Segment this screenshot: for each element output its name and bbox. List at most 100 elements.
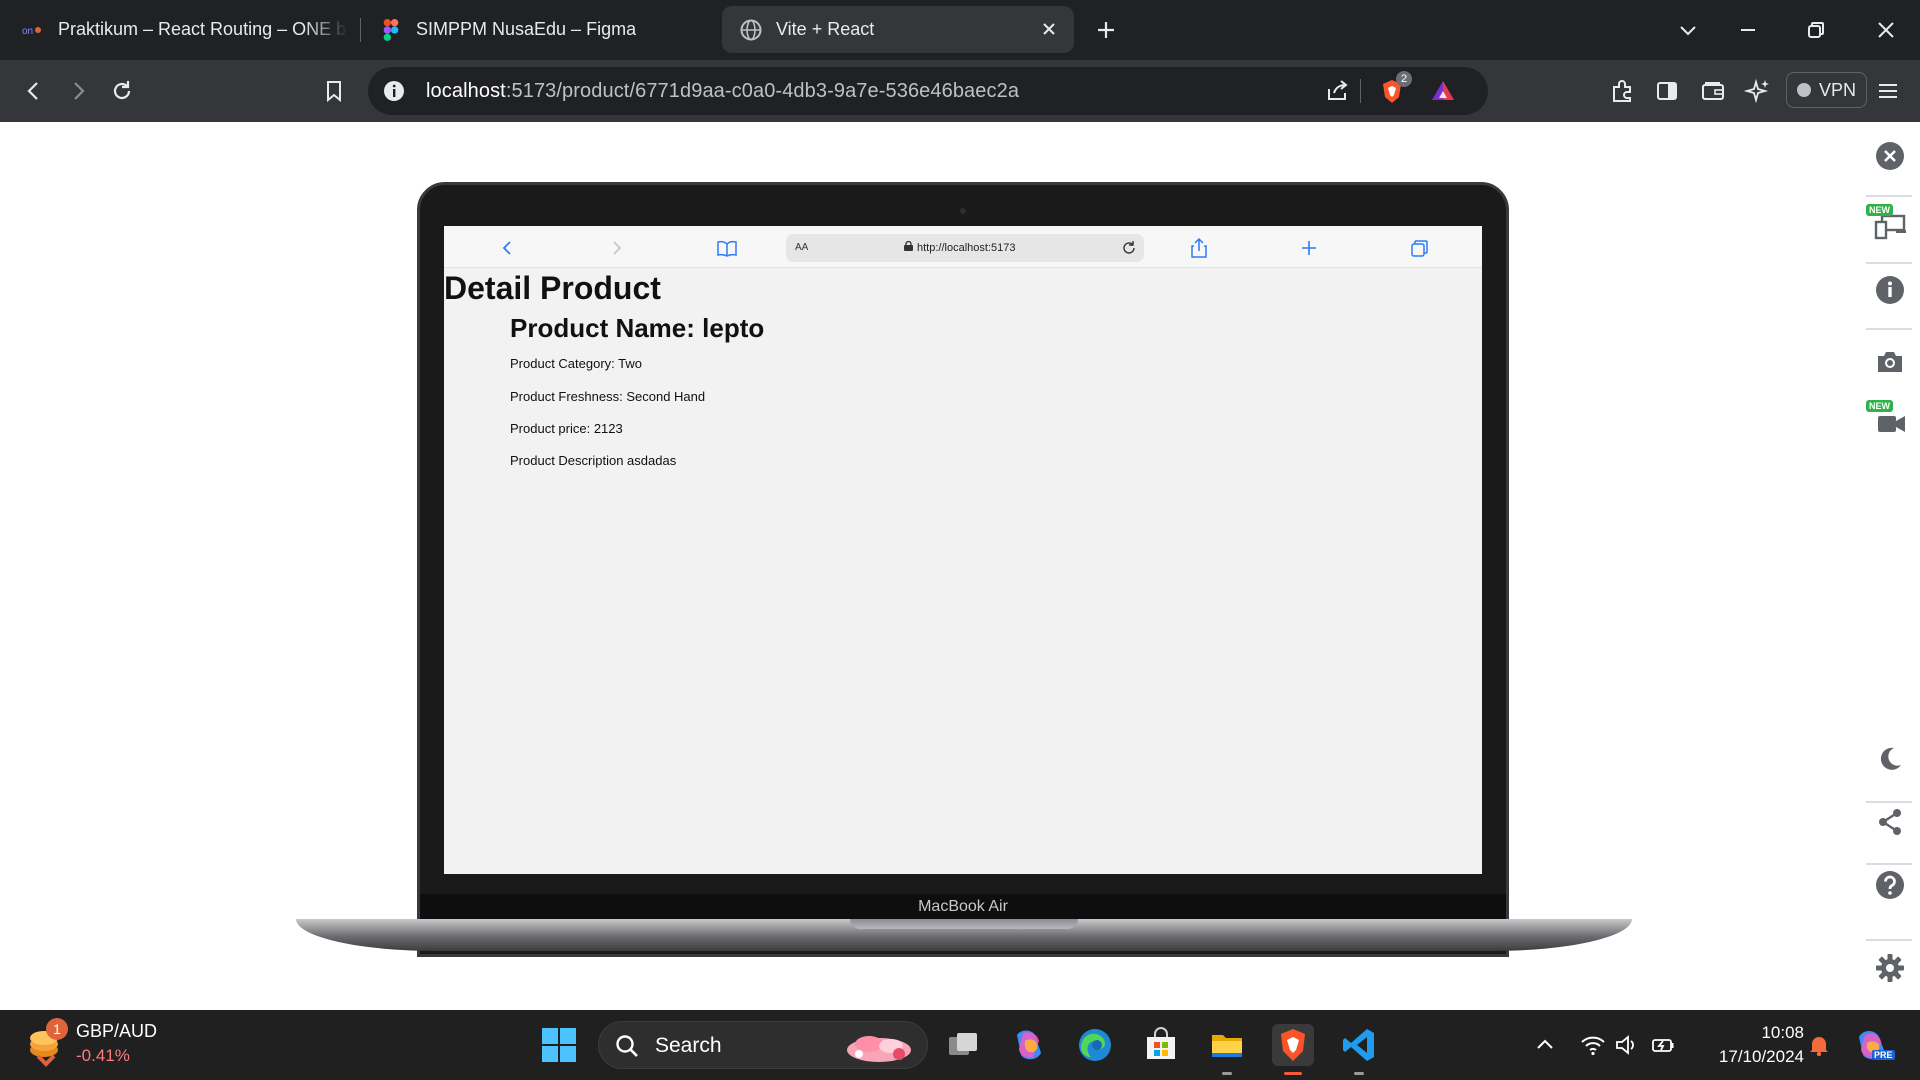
safari-tabs-icon[interactable] bbox=[1408, 237, 1430, 259]
tab-vite-react[interactable]: Vite + React bbox=[722, 6, 1074, 53]
vpn-button[interactable]: VPN bbox=[1786, 72, 1868, 108]
safari-url-text: http://localhost:5173 bbox=[917, 242, 1016, 254]
task-view-icon bbox=[949, 1033, 977, 1055]
safari-back-icon[interactable] bbox=[496, 237, 518, 259]
safari-address-bar[interactable]: AA http://localhost:5173 bbox=[786, 234, 1144, 262]
site-info-icon[interactable] bbox=[382, 79, 406, 103]
vpn-status-icon bbox=[1797, 83, 1811, 97]
info-icon[interactable] bbox=[1872, 272, 1908, 308]
dark-mode-moon-icon[interactable] bbox=[1872, 741, 1908, 777]
device-screen: AA http://localhost:5173 Detail Product … bbox=[444, 226, 1482, 874]
address-bar[interactable]: localhost:5173/product/6771d9aa-c0a0-4db… bbox=[368, 67, 1488, 115]
extension-side-panel: NEW NEW bbox=[1852, 122, 1920, 1010]
file-explorer-button[interactable] bbox=[1206, 1024, 1248, 1075]
settings-gear-icon[interactable] bbox=[1872, 950, 1908, 986]
clock-date: 17/10/2024 bbox=[1718, 1047, 1804, 1066]
leo-ai-icon[interactable] bbox=[1744, 77, 1772, 105]
battery-charging-icon[interactable] bbox=[1650, 1032, 1676, 1058]
brave-browser-button[interactable] bbox=[1272, 1024, 1314, 1075]
copilot-pre-icon[interactable]: PRE bbox=[1852, 1026, 1895, 1066]
wallet-icon[interactable] bbox=[1699, 77, 1727, 105]
copilot-button[interactable] bbox=[1008, 1024, 1050, 1066]
tab-strip: on Praktikum – React Routing – ONE by SI… bbox=[0, 0, 1920, 60]
store-icon bbox=[1147, 1027, 1175, 1059]
task-view-button[interactable] bbox=[942, 1024, 984, 1066]
brave-shields-icon[interactable]: 2 bbox=[1378, 71, 1412, 105]
figma-icon bbox=[380, 18, 402, 41]
panel-divider bbox=[1866, 328, 1912, 330]
svg-text:on: on bbox=[22, 26, 33, 37]
panel-divider bbox=[1866, 801, 1912, 803]
extensions-icon[interactable] bbox=[1608, 77, 1636, 105]
vscode-button[interactable] bbox=[1338, 1024, 1380, 1075]
back-button[interactable] bbox=[20, 77, 48, 105]
close-panel-icon[interactable] bbox=[1872, 138, 1908, 174]
sidebar-toggle-icon[interactable] bbox=[1653, 77, 1681, 105]
safari-reload-icon[interactable] bbox=[1120, 239, 1138, 257]
laptop-notch bbox=[850, 919, 1078, 929]
copilot-icon bbox=[1017, 1030, 1041, 1060]
bookmark-icon[interactable] bbox=[320, 77, 348, 105]
share-nodes-icon[interactable] bbox=[1872, 804, 1908, 840]
microsoft-store-button[interactable] bbox=[1140, 1024, 1182, 1066]
brave-lion-icon bbox=[1281, 1029, 1305, 1061]
forward-button[interactable] bbox=[64, 77, 92, 105]
page-viewport: MacBook Air AA http://localhost:5173 Det… bbox=[0, 122, 1920, 1010]
restore-button[interactable] bbox=[1802, 16, 1830, 44]
safari-toolbar: AA http://localhost:5173 bbox=[444, 226, 1482, 268]
search-icon bbox=[615, 1034, 639, 1058]
help-icon[interactable] bbox=[1872, 867, 1908, 903]
responsive-devices-icon[interactable]: NEW bbox=[1866, 204, 1908, 240]
panel-divider bbox=[1866, 939, 1912, 941]
close-tab-icon[interactable] bbox=[1038, 18, 1060, 40]
running-indicator bbox=[1222, 1072, 1232, 1075]
screenshot-camera-icon[interactable] bbox=[1872, 344, 1908, 380]
tab-divider bbox=[360, 18, 361, 42]
new-badge: NEW bbox=[1866, 204, 1893, 216]
url-text: localhost:5173/product/6771d9aa-c0a0-4db… bbox=[426, 80, 1019, 103]
browser-toolbar: localhost:5173/product/6771d9aa-c0a0-4db… bbox=[0, 60, 1920, 122]
clock-time: 10:08 bbox=[1761, 1023, 1804, 1042]
tab-praktikum[interactable]: on Praktikum – React Routing – ONE by bbox=[22, 6, 352, 53]
new-badge: NEW bbox=[1866, 400, 1893, 412]
safari-url: http://localhost:5173 bbox=[904, 240, 1016, 254]
safari-aa-button[interactable]: AA bbox=[795, 242, 808, 253]
close-window-button[interactable] bbox=[1872, 16, 1900, 44]
menu-icon[interactable] bbox=[1874, 77, 1902, 105]
url-path: :5173/product/6771d9aa-c0a0-4db3-9a7e-53… bbox=[505, 80, 1020, 102]
share-icon[interactable] bbox=[1324, 77, 1352, 105]
device-label: MacBook Air bbox=[918, 898, 1008, 915]
vscode-icon bbox=[1343, 1029, 1374, 1061]
reload-button[interactable] bbox=[108, 77, 136, 105]
tab-search-chevron-icon[interactable] bbox=[1674, 16, 1702, 44]
search-highlight-art-icon bbox=[839, 1026, 919, 1066]
video-record-icon[interactable]: NEW bbox=[1866, 400, 1908, 442]
webcam bbox=[960, 208, 966, 214]
safari-bookmarks-icon[interactable] bbox=[716, 237, 738, 259]
edge-button[interactable] bbox=[1074, 1024, 1116, 1066]
tab-figma[interactable]: SIMPPM NusaEdu – Figma bbox=[380, 6, 700, 53]
new-tab-button[interactable] bbox=[1092, 16, 1120, 44]
lock-icon bbox=[904, 240, 913, 251]
windows-logo-icon bbox=[542, 1028, 576, 1062]
page-title: Detail Product bbox=[444, 270, 661, 306]
product-description: Product Description asdadas bbox=[510, 453, 677, 468]
taskbar-search[interactable]: Search bbox=[598, 1021, 928, 1069]
panel-divider bbox=[1866, 863, 1912, 865]
brave-rewards-icon[interactable] bbox=[1429, 77, 1457, 105]
volume-icon[interactable] bbox=[1614, 1032, 1640, 1058]
taskbar-clock[interactable]: 10:08 17/10/2024 bbox=[1694, 1021, 1804, 1069]
notification-bell-icon[interactable] bbox=[1806, 1032, 1832, 1058]
currency-pair[interactable]: GBP/AUD bbox=[76, 1021, 157, 1042]
product-price: Product price: 2123 bbox=[510, 421, 623, 436]
safari-share-icon[interactable] bbox=[1188, 237, 1210, 259]
product-name: Product Name: lepto bbox=[510, 313, 765, 343]
minimize-button[interactable] bbox=[1734, 16, 1762, 44]
safari-forward-icon[interactable] bbox=[606, 237, 628, 259]
wifi-icon[interactable] bbox=[1580, 1032, 1606, 1058]
safari-new-tab-icon[interactable] bbox=[1298, 237, 1320, 259]
tab-label: SIMPPM NusaEdu – Figma bbox=[416, 19, 637, 39]
widget-notification-badge: 1 bbox=[46, 1018, 68, 1040]
start-button[interactable] bbox=[538, 1024, 580, 1066]
show-hidden-icons-chevron[interactable] bbox=[1532, 1032, 1558, 1058]
